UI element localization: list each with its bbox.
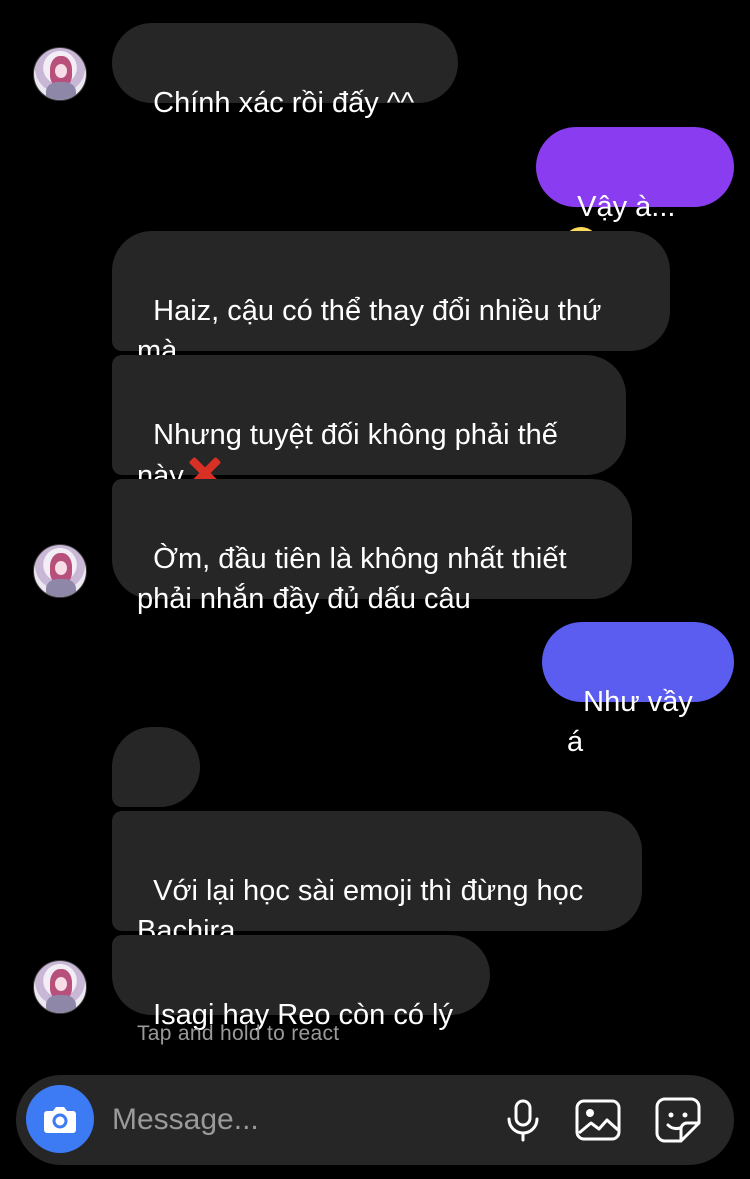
avatar-art <box>55 64 67 78</box>
message-text: Vậy à... <box>577 191 676 223</box>
outgoing-message[interactable]: Vậy à... <box>536 127 734 263</box>
avatar-art <box>55 977 67 991</box>
contact-avatar[interactable] <box>33 960 87 1014</box>
message-text: Ờm, đầu tiên là không nhất thiết phải nh… <box>137 543 575 615</box>
avatar-art <box>55 561 67 575</box>
message-input[interactable] <box>112 1097 492 1143</box>
gallery-icon <box>575 1099 621 1141</box>
contact-avatar[interactable] <box>33 47 87 101</box>
incoming-message[interactable]: Với lại học sài emoji thì đừng học Bachi… <box>112 811 642 947</box>
incoming-message[interactable]: Ờm, đầu tiên là không nhất thiết phải nh… <box>112 479 632 615</box>
incoming-message[interactable]: Chính xác rồi đấy ^^ <box>112 23 458 119</box>
avatar-art <box>46 995 76 1013</box>
sticker-icon <box>655 1097 701 1143</box>
incoming-message[interactable]: Haiz, cậu có thể thay đổi nhiều thứ mà <box>112 231 670 367</box>
message-text: Như vầy á <box>567 686 701 758</box>
outgoing-message[interactable]: Như vầy á <box>542 622 734 758</box>
sticker-button[interactable] <box>653 1095 703 1145</box>
incoming-message[interactable]: Ừa <box>112 727 200 863</box>
message-text: Chính xác rồi đấy ^^ <box>153 87 415 119</box>
incoming-message[interactable]: Isagi hay Reo còn có lý <box>112 935 490 1031</box>
camera-icon <box>44 1107 76 1133</box>
contact-avatar[interactable] <box>33 544 87 598</box>
avatar-art <box>46 579 76 597</box>
reaction-hint: Tap and hold to react <box>137 1022 340 1045</box>
gallery-button[interactable] <box>573 1095 623 1145</box>
incoming-message[interactable]: Nhưng tuyệt đối không phải thế này <box>112 355 626 492</box>
microphone-icon <box>507 1099 539 1142</box>
camera-button[interactable] <box>26 1085 94 1153</box>
voice-message-button[interactable] <box>498 1095 548 1145</box>
avatar-art <box>46 82 76 100</box>
message-composer <box>16 1075 734 1165</box>
